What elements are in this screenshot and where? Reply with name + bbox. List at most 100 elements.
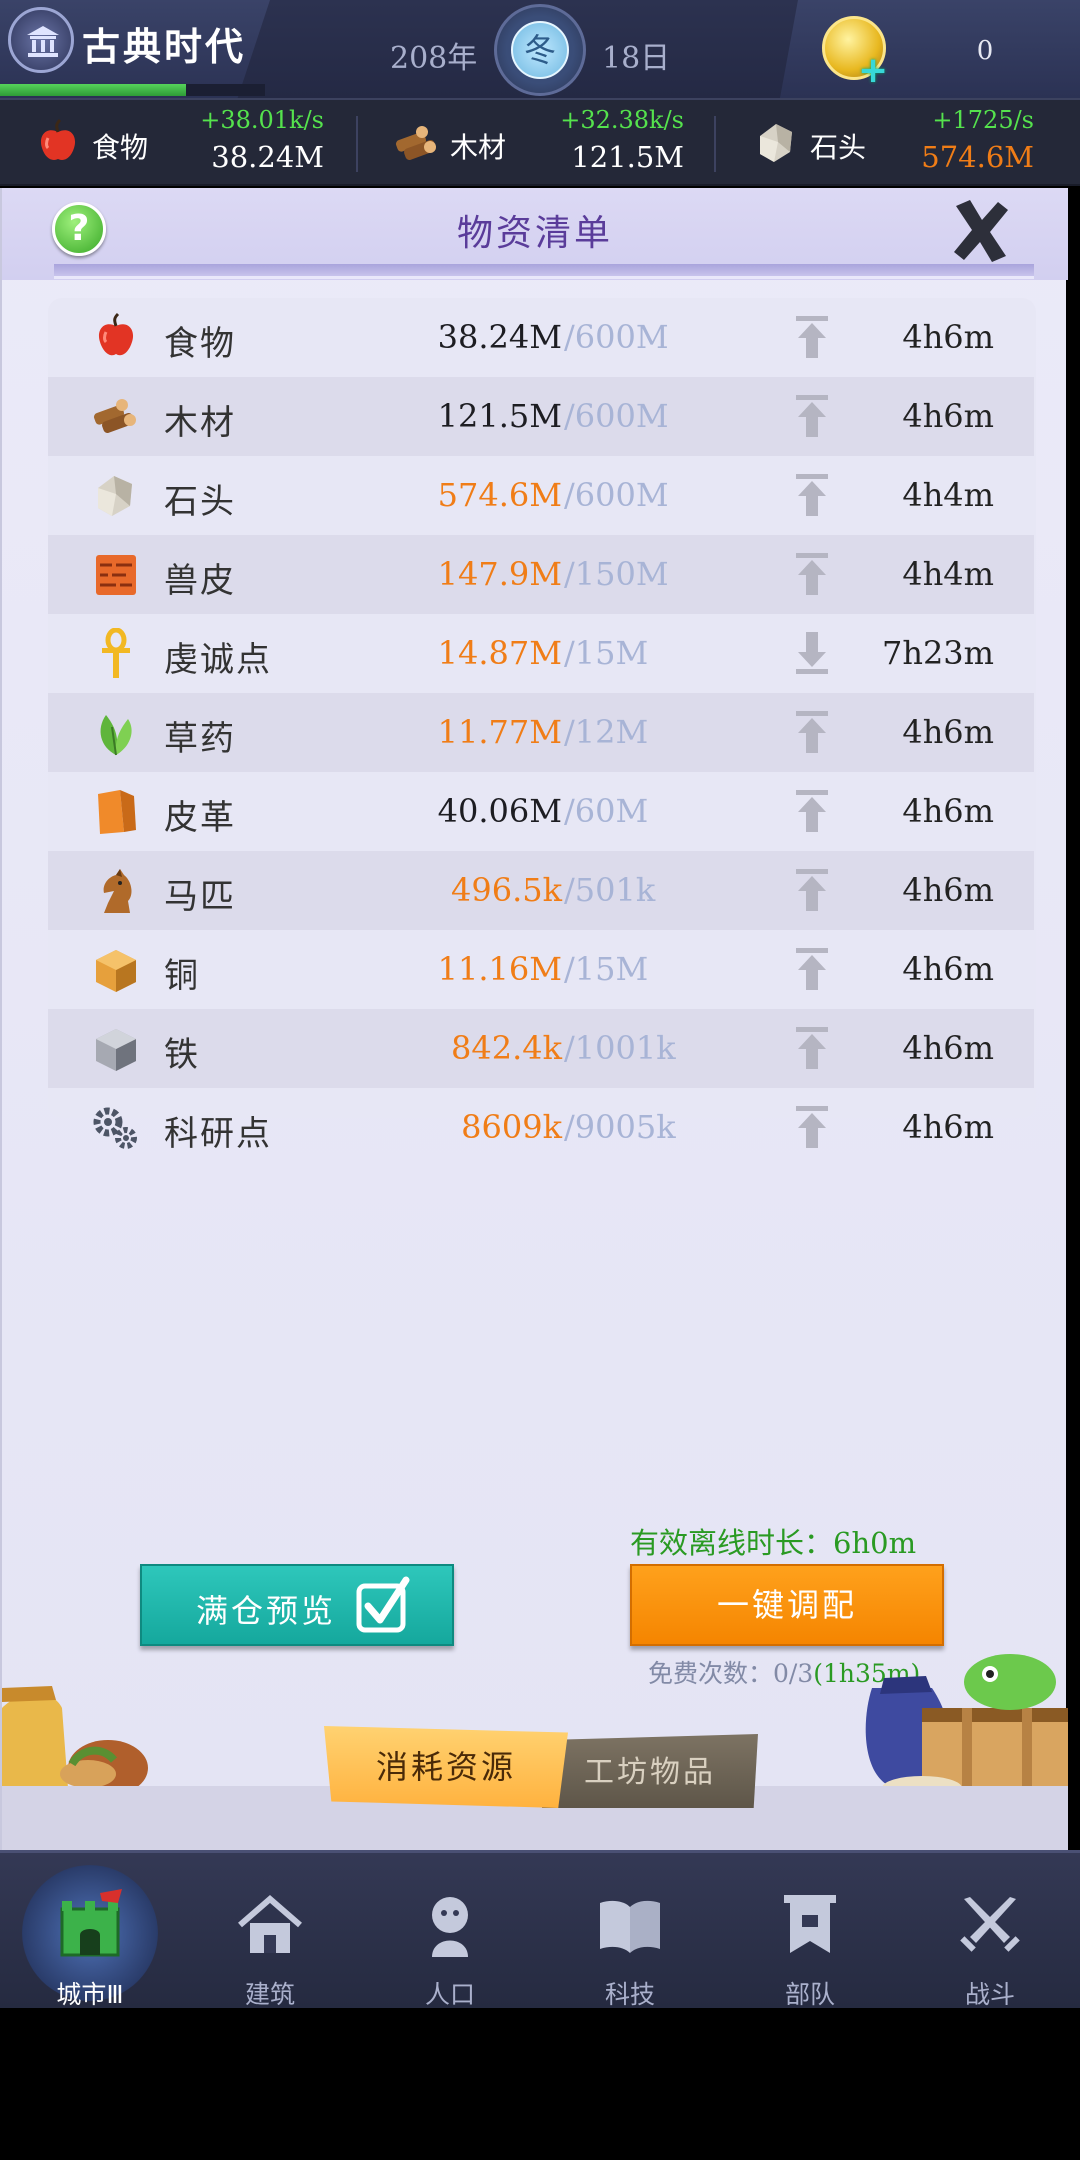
preview-button-label: 满仓预览 — [196, 1592, 337, 1630]
era-emblem-icon — [8, 7, 74, 73]
system-bar — [0, 2008, 1080, 2160]
nav-item-house[interactable]: 建筑 — [180, 1853, 360, 2011]
nav-label: 部队 — [784, 1980, 835, 2009]
arrow-up-icon — [796, 869, 828, 911]
nav-label: 建筑 — [244, 1980, 295, 2009]
gold-count: 0 — [976, 36, 994, 66]
topbar-resource-food[interactable]: 食物 +38.01k/s 38.24M — [34, 100, 324, 186]
resource-row[interactable]: 石头 574.6M/600M 4h4m — [48, 456, 1034, 535]
resource-name: 科研点 — [164, 1114, 272, 1154]
leather-icon — [98, 790, 136, 834]
divider — [714, 116, 716, 172]
arrow-up-icon — [796, 553, 828, 595]
date-day: 18日 — [602, 41, 671, 76]
resource-capacity: /1001k — [564, 1029, 676, 1067]
banner-icon — [784, 1895, 836, 1953]
date-year: 208年 — [390, 41, 478, 76]
resource-row[interactable]: 草药 11.77M/12M 4h6m — [48, 693, 1034, 772]
tab-workshop-items[interactable]: 工坊物品 — [542, 1734, 758, 1808]
time-to-full: 4h6m — [902, 713, 994, 751]
inventory-panel: ? 物资清单 食物 38.24M/600M 4h6m 木材 121.5M/600M 4h6… — [0, 188, 1068, 1850]
iron-icon — [96, 1029, 136, 1071]
arrow-up-icon — [796, 711, 828, 753]
time-to-full: 4h6m — [902, 792, 994, 830]
resource-capacity: /60M — [564, 792, 649, 830]
nav-item-person[interactable]: 人口 — [360, 1853, 540, 2011]
hide-icon — [96, 555, 136, 595]
resource-name: 木材 — [164, 403, 236, 443]
resource-capacity: /9005k — [564, 1108, 676, 1146]
time-to-full: 4h6m — [902, 397, 994, 435]
resource-amount: 496.5k — [451, 871, 562, 909]
tab-consumable-resources[interactable]: 消耗资源 — [324, 1726, 568, 1808]
time-to-full: 4h6m — [902, 950, 994, 988]
book-icon — [600, 1900, 660, 1953]
checkbox-checked-icon[interactable] — [356, 1576, 410, 1634]
resource-capacity: /501k — [564, 871, 656, 909]
supply-crate-icon — [865, 1654, 1068, 1798]
resource-amount: 11.16M — [437, 950, 562, 988]
resource-name: 虔诚点 — [164, 640, 272, 680]
stone-icon — [98, 476, 132, 516]
nav-item-castle[interactable]: 城市Ⅲ — [0, 1853, 180, 2011]
resource-amount: 40.06M — [437, 792, 562, 830]
topbar-resource-stone[interactable]: 石头 +1725/s 574.6M — [752, 100, 1034, 186]
resource-capacity: /15M — [564, 634, 649, 672]
nav-label: 战斗 — [964, 1980, 1015, 2009]
house-icon — [238, 1895, 302, 1953]
arrow-up-icon — [796, 316, 828, 358]
resource-name: 石头 — [164, 482, 236, 522]
nav-label: 人口 — [424, 1980, 475, 2009]
time-to-full: 4h6m — [902, 1108, 994, 1146]
resource-row[interactable]: 木材 121.5M/600M 4h6m — [48, 377, 1034, 456]
apple-icon — [40, 118, 76, 160]
panel-title: 物资清单 — [456, 213, 613, 254]
topbar-resource-name: 木材 — [450, 131, 507, 164]
resource-capacity: /600M — [564, 476, 669, 514]
divider — [356, 116, 358, 172]
resource-name: 兽皮 — [164, 561, 236, 601]
treasure-sack-icon — [2, 1686, 148, 1796]
resource-name: 皮革 — [164, 798, 236, 838]
resource-row[interactable]: 铁 842.4k/1001k 4h6m — [48, 1009, 1034, 1088]
resource-row[interactable]: 马匹 496.5k/501k 4h6m — [48, 851, 1034, 930]
arrow-up-icon — [796, 1106, 828, 1148]
resource-row[interactable]: 兽皮 147.9M/150M 4h4m — [48, 535, 1034, 614]
top-bar: 古典时代 208年 冬 18日 + 0 — [0, 0, 1080, 98]
nav-item-book[interactable]: 科技 — [540, 1853, 720, 2011]
herb-icon — [100, 715, 132, 756]
arrow-up-icon — [796, 948, 828, 990]
ankh-icon — [102, 628, 130, 678]
resource-name: 草药 — [164, 719, 236, 759]
nav-item-swords[interactable]: 战斗 — [900, 1853, 1080, 2011]
season-dial[interactable]: 冬 — [494, 4, 586, 96]
time-to-full: 7h23m — [881, 634, 994, 672]
resource-amount: 842.4k — [451, 1029, 562, 1067]
arrow-up-icon — [796, 395, 828, 437]
resource-row[interactable]: 科研点 8609k/9005k 4h6m — [48, 1088, 1034, 1167]
time-to-full: 4h6m — [902, 871, 994, 909]
arrow-up-icon — [796, 474, 828, 516]
time-to-full: 4h4m — [902, 555, 994, 593]
resource-row[interactable]: 虔诚点 14.87M/15M 7h23m — [48, 614, 1034, 693]
topbar-resource-rate: +32.38k/s — [560, 106, 684, 134]
resource-name: 铜 — [164, 956, 200, 996]
one-click-assign-button[interactable]: 一键调配 — [630, 1564, 944, 1646]
resource-list: 食物 38.24M/600M 4h6m 木材 121.5M/600M 4h6m 石头 574.… — [48, 298, 1036, 1154]
free-uses-label: 免费次数：0/3 — [648, 1659, 814, 1688]
full-storage-preview-button[interactable]: 满仓预览 — [140, 1564, 454, 1646]
topbar-resource-wood[interactable]: 木材 +32.38k/s 121.5M — [392, 100, 684, 186]
resource-row[interactable]: 铜 11.16M/15M 4h6m — [48, 930, 1034, 1009]
close-icon[interactable] — [948, 196, 1014, 266]
add-gold-icon[interactable]: + — [858, 50, 888, 91]
resource-name: 铁 — [164, 1035, 200, 1075]
bottom-nav: 城市Ⅲ 建筑 人口 科技 部队 战斗 — [0, 1850, 1080, 2011]
resource-row[interactable]: 食物 38.24M/600M 4h6m — [48, 298, 1034, 377]
resource-row[interactable]: 皮革 40.06M/60M 4h6m — [48, 772, 1034, 851]
nav-label: 科技 — [604, 1980, 655, 2009]
resource-capacity: /15M — [564, 950, 649, 988]
nav-item-banner[interactable]: 部队 — [720, 1853, 900, 2011]
arrow-up-icon — [796, 790, 828, 832]
time-to-full: 4h6m — [902, 318, 994, 356]
resource-amount: 121.5M — [437, 397, 562, 435]
